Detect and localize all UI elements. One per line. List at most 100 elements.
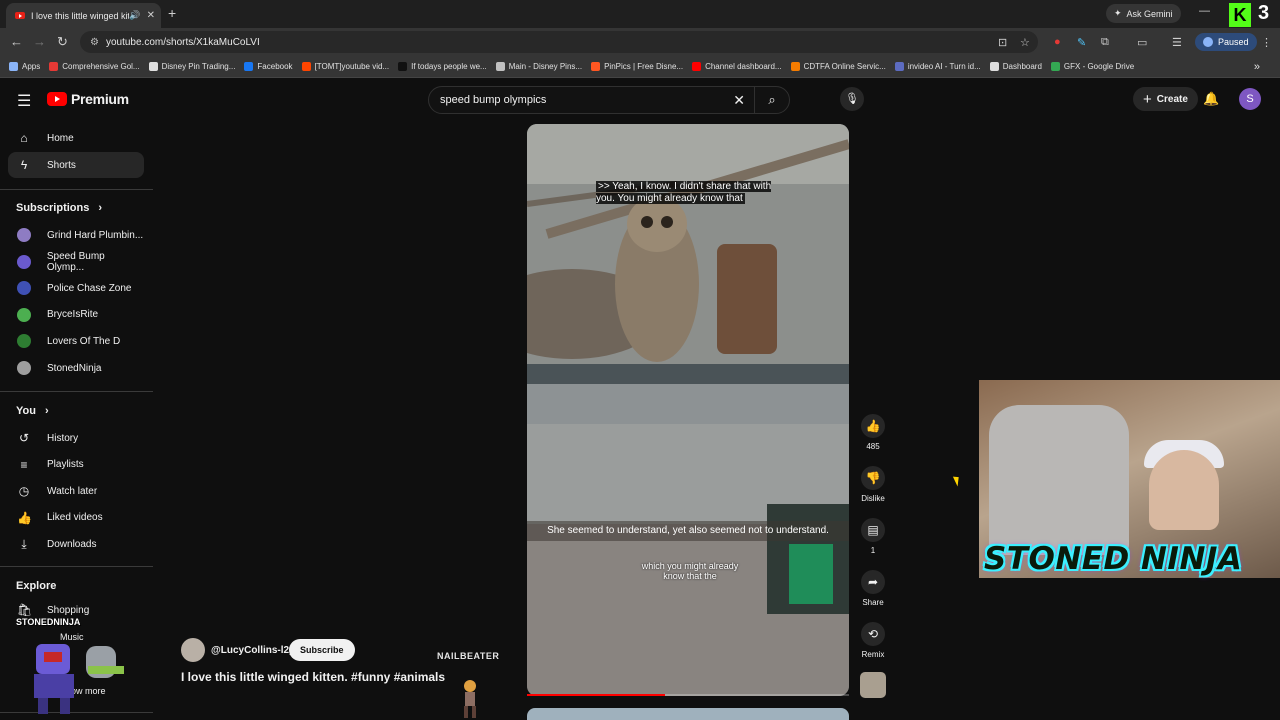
search-box[interactable]: speed bump olympics ✕ ⌕ xyxy=(428,86,790,114)
sidebar-divider xyxy=(0,391,153,392)
profile-paused-button[interactable]: Paused xyxy=(1195,33,1257,51)
bookmark-star-icon[interactable]: ☆ xyxy=(1020,36,1030,49)
bookmark-favicon-icon xyxy=(591,62,601,71)
bookmark-favicon-icon xyxy=(244,62,254,71)
sidebar-you-item[interactable]: ↺ History xyxy=(8,425,144,451)
minimize-icon[interactable]: — xyxy=(1199,5,1210,17)
sidebar-subscription-item[interactable]: Speed Bump Olymp... xyxy=(8,249,144,275)
stoned-ninja-small-overlay: STONEDNINJA xyxy=(16,617,81,627)
search-input[interactable]: speed bump olympics xyxy=(440,94,733,106)
explore-header[interactable]: Explore xyxy=(16,580,56,592)
account-avatar[interactable]: S xyxy=(1239,88,1261,110)
back-arrow-icon[interactable]: ← xyxy=(10,34,23,49)
more-bookmarks-icon[interactable]: » xyxy=(1254,61,1260,73)
auto-caption-top: >> Yeah, I know. I didn't share that wit… xyxy=(596,181,772,204)
bookmark-favicon-icon xyxy=(989,62,999,71)
bookmark-label: Main - Disney Pins... xyxy=(508,62,583,71)
remix-icon: ⟲ xyxy=(861,622,885,646)
split-view-icon[interactable]: ▭ xyxy=(1137,36,1147,49)
bookmark-item[interactable]: Main - Disney Pins... xyxy=(495,62,583,71)
channel-name[interactable]: @LucyCollins-l2y xyxy=(211,645,295,656)
dislike-button[interactable]: 👎 Dislike xyxy=(861,466,885,503)
browser-tab-active[interactable]: I love this little winged kitten 🔊 ✕ xyxy=(6,3,161,28)
sidebar-you-item-icon: ⤓ xyxy=(21,536,27,551)
hamburger-menu-icon[interactable]: ☰ xyxy=(17,91,31,111)
search-button[interactable]: ⌕ xyxy=(754,87,789,113)
youtube-premium-logo[interactable]: Premium xyxy=(47,91,129,107)
like-button[interactable]: 👍 485 xyxy=(861,414,885,451)
bookmarks-bar: Apps Comprehensive Gol... Disney Pin Tradi… xyxy=(0,56,1280,78)
bookmark-item[interactable]: If todays people we... xyxy=(398,62,487,71)
bookmark-item[interactable]: Dashboard xyxy=(989,62,1042,71)
dislike-label: Dislike xyxy=(861,494,885,503)
kick-number: 3 xyxy=(1258,2,1270,24)
cartoon-character-overlay xyxy=(464,680,476,718)
sidebar-you-item[interactable]: 👍 Liked videos xyxy=(8,505,144,531)
comments-button[interactable]: ▤ 1 xyxy=(861,518,885,555)
sidebar-item-label: Playlists xyxy=(47,459,84,471)
sidebar-you-item[interactable]: ⤓ Downloads xyxy=(8,531,144,557)
sidebar-subscription-item[interactable]: BryceIsRite xyxy=(8,302,144,328)
reading-list-icon[interactable]: ☰ xyxy=(1172,36,1182,49)
new-tab-icon[interactable]: + xyxy=(168,5,176,21)
speaker-icon[interactable]: 🔊 xyxy=(129,10,140,21)
remix-button[interactable]: ⟲ Remix xyxy=(861,622,885,659)
like-count: 485 xyxy=(866,442,880,451)
extensions-puzzle-icon[interactable]: ⧉ xyxy=(1101,36,1109,49)
bookmark-item[interactable]: Channel dashboard... xyxy=(692,62,782,71)
you-header[interactable]: You › xyxy=(16,405,49,417)
channel-avatar-icon xyxy=(17,254,31,269)
install-app-icon[interactable]: ⊡ xyxy=(998,36,1007,49)
sound-thumbnail[interactable] xyxy=(860,672,886,698)
share-button[interactable]: ➦ Share xyxy=(861,570,885,607)
ask-gemini-label: Ask Gemini xyxy=(1126,8,1173,19)
bookmark-item[interactable]: Facebook xyxy=(244,62,293,71)
reload-icon[interactable]: ↻ xyxy=(57,34,68,50)
subscriptions-header[interactable]: Subscriptions › xyxy=(16,202,102,214)
sidebar-item-shorts-icon: ϟ xyxy=(20,158,28,172)
sidebar-you-item[interactable]: ≡ Playlists xyxy=(8,452,144,478)
bookmark-favicon-icon xyxy=(301,62,311,71)
forward-arrow-icon[interactable]: → xyxy=(33,34,46,49)
bookmark-item[interactable]: [TOMT]youtube vid... xyxy=(301,62,389,71)
create-button[interactable]: + Create xyxy=(1133,87,1198,111)
youtube-play-icon xyxy=(47,92,67,106)
bookmark-item[interactable]: Apps xyxy=(9,62,40,71)
bookmark-item[interactable]: PinPics | Free Disne... xyxy=(591,62,683,71)
sidebar-item-shorts[interactable]: ϟ Shorts xyxy=(8,152,144,178)
sidebar-you-item[interactable]: ◷ Watch later xyxy=(8,478,144,504)
bookmark-favicon-icon xyxy=(495,62,505,71)
sidebar-divider xyxy=(0,189,153,190)
bookmark-item[interactable]: Comprehensive Gol... xyxy=(49,62,140,71)
tab-close-icon[interactable]: ✕ xyxy=(147,10,155,21)
clear-search-icon[interactable]: ✕ xyxy=(733,92,745,109)
shorts-video-player[interactable] xyxy=(527,124,849,696)
chrome-menu-icon[interactable]: ⋮ xyxy=(1261,36,1272,49)
next-short-preview[interactable] xyxy=(527,708,849,720)
video-progress-bar[interactable] xyxy=(527,694,849,696)
voice-search-mic-icon[interactable]: 🎙 xyxy=(840,87,864,111)
stoned-ninja-banner: STONED NINJA xyxy=(984,541,1243,577)
channel-avatar[interactable] xyxy=(181,638,205,662)
sidebar-subscription-item[interactable]: Lovers Of The D xyxy=(8,328,144,354)
channel-avatar-icon xyxy=(17,281,31,296)
sidebar-subscription-item[interactable]: Police Chase Zone xyxy=(8,275,144,301)
bookmark-item[interactable]: Disney Pin Trading... xyxy=(148,62,235,71)
short-title: I love this little winged kitten. #funny… xyxy=(181,670,446,684)
sidebar-subscription-item[interactable]: StonedNinja xyxy=(8,355,144,381)
bookmark-item[interactable]: GFX - Google Drive xyxy=(1050,62,1134,71)
sidebar-item-home[interactable]: ⌂ Home xyxy=(8,125,144,151)
extension-red-icon[interactable]: ● xyxy=(1054,36,1061,48)
extension-blue-icon[interactable]: ✎ xyxy=(1077,36,1086,49)
address-bar[interactable]: ⚙ youtube.com/shorts/X1kaMuCoLVI xyxy=(80,31,1038,53)
sidebar-item-label: History xyxy=(47,432,79,444)
sidebar-you-item-icon: ◷ xyxy=(18,484,30,499)
bookmark-item[interactable]: CDTFA Online Servic... xyxy=(790,62,886,71)
notifications-bell-icon[interactable]: 🔔 xyxy=(1203,91,1219,107)
ask-gemini-button[interactable]: ✦ Ask Gemini xyxy=(1106,4,1181,23)
subscribe-button[interactable]: Subscribe xyxy=(289,639,355,661)
bookmark-item[interactable]: invideo AI - Turn id... xyxy=(894,62,981,71)
sidebar-item-label: Police Chase Zone xyxy=(47,282,132,294)
sidebar-subscription-item[interactable]: Grind Hard Plumbin... xyxy=(8,222,144,248)
site-info-icon[interactable]: ⚙ xyxy=(90,37,99,48)
